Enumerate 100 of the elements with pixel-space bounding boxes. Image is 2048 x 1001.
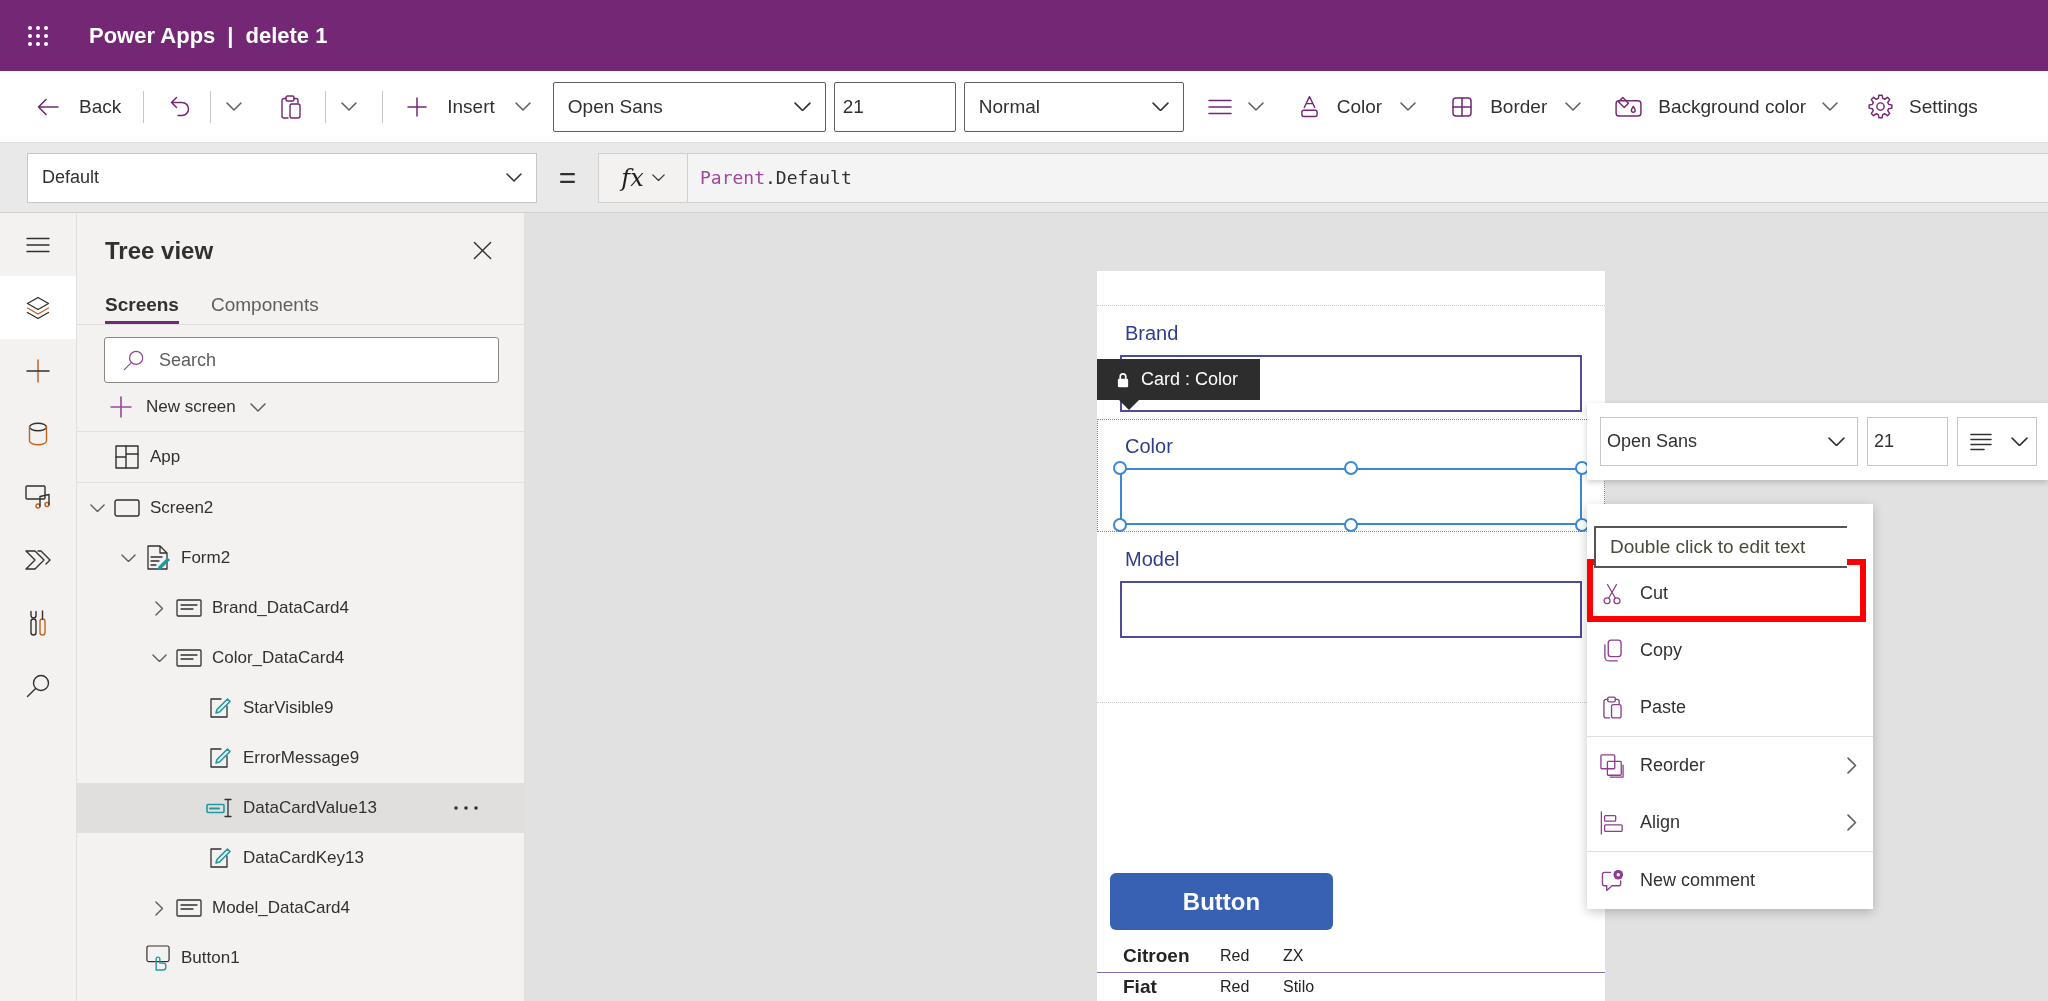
tree-item[interactable]: Form2 — [77, 533, 524, 583]
tree-item[interactable]: Color_DataCard4 — [77, 633, 524, 683]
chevron-right-icon[interactable] — [1847, 814, 1857, 831]
screen-icon — [114, 499, 140, 517]
cylinder-icon[interactable] — [28, 421, 48, 446]
screen-music-note-icon[interactable] — [25, 484, 51, 509]
text-input-field[interactable] — [1120, 468, 1582, 525]
app-button[interactable]: Button — [1110, 873, 1333, 930]
font-dropdown[interactable]: Open Sans — [1600, 417, 1858, 466]
menu-item[interactable]: Cut — [1587, 565, 1873, 622]
tab[interactable]: Components — [210, 288, 319, 324]
gallery-cell: ZX — [1283, 947, 1304, 965]
tree-item[interactable]: ErrorMessage9 — [77, 733, 524, 783]
edit-icon — [209, 748, 231, 768]
tree-item[interactable]: StarVisible9 — [77, 683, 524, 733]
selected-form-card[interactable]: Color — [1097, 419, 1605, 532]
chevrons-icon[interactable] — [25, 549, 51, 570]
tree-item[interactable]: DataCardValue13 — [77, 783, 524, 833]
search-icon[interactable] — [26, 673, 50, 698]
chevron-down-icon[interactable] — [341, 102, 358, 111]
formula-field[interactable]: Parent.Default — [688, 152, 2048, 203]
search-field[interactable]: Search — [104, 337, 499, 383]
font-color-button[interactable]: Color — [1295, 84, 1421, 129]
chevron-down-icon[interactable] — [1151, 101, 1169, 112]
tree-item[interactable]: DataCardKey13 — [77, 833, 524, 883]
tree-item[interactable]: App — [77, 432, 524, 483]
gallery-cell: Stilo — [1283, 977, 1315, 996]
back-button[interactable]: Back — [31, 84, 128, 129]
text-align-icon — [1207, 98, 1232, 115]
clipboard-icon — [1602, 696, 1622, 719]
resize-handle[interactable] — [1113, 461, 1127, 475]
hand-pointer-icon — [146, 945, 170, 971]
undo-icon — [170, 96, 191, 117]
chevron-down-icon[interactable] — [651, 173, 665, 182]
field-label: Brand — [1125, 321, 1179, 346]
app-name: delete 1 — [245, 22, 328, 49]
lock-icon — [1117, 371, 1129, 388]
close-icon[interactable] — [473, 241, 492, 260]
chevron-down-icon[interactable] — [1247, 102, 1264, 111]
resize-handle[interactable] — [1344, 461, 1358, 475]
chevron-down-icon[interactable] — [506, 173, 522, 182]
settings-button[interactable]: Settings — [1864, 84, 1982, 129]
text-align-dropdown[interactable] — [1957, 417, 2037, 466]
resize-handle[interactable] — [1344, 518, 1358, 532]
font-size-field[interactable]: 21 — [833, 81, 956, 132]
menu-icon[interactable] — [26, 236, 50, 253]
layers-icon[interactable] — [26, 295, 50, 320]
card-icon — [176, 599, 202, 617]
resize-handle[interactable] — [1113, 518, 1127, 532]
chevron-down-icon[interactable] — [1822, 102, 1839, 111]
chevron-down-icon[interactable] — [793, 101, 811, 112]
chevron-down-icon[interactable] — [514, 102, 531, 111]
form-icon — [145, 545, 171, 571]
font-dropdown[interactable]: Open Sans — [552, 81, 826, 132]
settings-icon — [1868, 94, 1894, 119]
tree-item[interactable]: Button1 — [77, 933, 524, 983]
dots-grid-icon[interactable] — [28, 25, 48, 46]
card-icon — [176, 899, 202, 917]
border-button[interactable]: Border — [1448, 84, 1586, 129]
panel-title: Tree view — [105, 236, 214, 265]
text-input-field[interactable] — [1120, 581, 1582, 638]
new-screen-button[interactable]: New screen — [106, 389, 270, 425]
tree-item[interactable]: Brand_DataCard4 — [77, 583, 524, 633]
function-button[interactable]: fx — [598, 152, 688, 203]
tools-icon[interactable] — [29, 609, 47, 636]
tree-item[interactable]: Model_DataCard4 — [77, 883, 524, 933]
text-style-dropdown[interactable]: Normal — [963, 81, 1184, 132]
menu-item[interactable]: Copy — [1587, 622, 1873, 679]
menu-item[interactable]: Align — [1587, 794, 1873, 851]
chevron-down-icon[interactable] — [151, 653, 167, 663]
tab[interactable]: Screens — [105, 288, 179, 324]
chevron-down-icon[interactable] — [2011, 436, 2028, 447]
menu-item[interactable]: Paste — [1587, 679, 1873, 736]
scissors-icon — [1603, 582, 1621, 605]
text-input-icon — [206, 798, 234, 818]
font-size-field[interactable]: 21 — [1867, 417, 1948, 466]
tree-item[interactable]: Screen2 — [77, 483, 524, 533]
product-name: Power Apps — [89, 22, 216, 49]
chevron-down-icon[interactable] — [226, 102, 243, 111]
gallery-cell: Red — [1220, 977, 1250, 996]
chevron-down-icon[interactable] — [1565, 102, 1582, 111]
menu-item[interactable]: New comment — [1587, 852, 1873, 909]
menu-item[interactable]: Reorder — [1587, 737, 1873, 794]
property-dropdown[interactable]: Default — [27, 152, 537, 203]
tooltip-text: Card : Color — [1141, 369, 1239, 390]
chevron-down-icon[interactable] — [249, 402, 266, 412]
chevron-down-icon[interactable] — [89, 503, 105, 513]
chevron-right-icon[interactable] — [154, 900, 164, 916]
fill-color-button[interactable]: Background color — [1611, 84, 1843, 129]
plus-icon[interactable] — [26, 358, 50, 383]
insert-button[interactable]: Insert — [403, 84, 535, 129]
plus-icon — [110, 396, 132, 418]
chevron-down-icon[interactable] — [1828, 436, 1845, 447]
more-icon[interactable] — [454, 806, 478, 810]
chevron-right-icon[interactable] — [1847, 757, 1857, 774]
field-label: Model — [1125, 547, 1180, 572]
chevron-down-icon[interactable] — [120, 553, 136, 563]
chevron-right-icon[interactable] — [154, 600, 164, 616]
chevron-down-icon[interactable] — [1400, 102, 1417, 111]
hint-tooltip: Double click to edit text — [1594, 526, 1847, 568]
